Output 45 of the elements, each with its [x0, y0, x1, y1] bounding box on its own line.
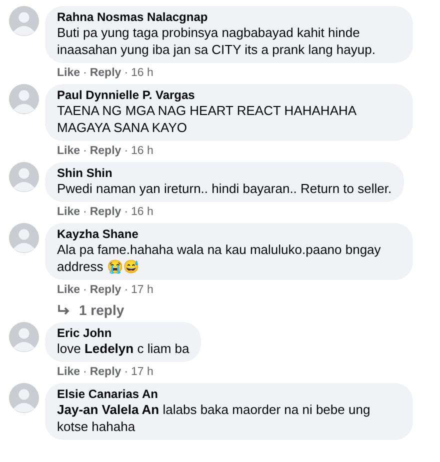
avatar[interactable]	[9, 322, 39, 352]
reply-link[interactable]: Reply	[90, 365, 122, 379]
separator-dot: ·	[124, 66, 128, 80]
timestamp: 17 h	[131, 283, 154, 297]
separator-dot: ·	[83, 205, 87, 219]
reply-arrow-icon	[57, 304, 71, 316]
comment-text: Jay-an Valela An lalabs baka maorder na ni bebe ung kotse hahaha	[57, 401, 372, 435]
author-name[interactable]: Rahna Nosmas Nalacgnap	[57, 10, 401, 24]
reply-link[interactable]: Reply	[90, 283, 122, 297]
separator-dot: ·	[124, 205, 128, 219]
author-name[interactable]: Eric John	[57, 326, 190, 340]
timestamp: 17 h	[131, 365, 154, 379]
comment-text: Ala pa fame.hahaha wala na kau maluluko.paano bngay address 😭😅	[57, 241, 382, 275]
separator-dot: ·	[124, 283, 128, 297]
avatar[interactable]	[9, 84, 39, 114]
reply-link[interactable]: Reply	[90, 66, 122, 80]
reply-link[interactable]: Reply	[90, 205, 122, 219]
view-replies-link[interactable]: 1 reply	[45, 299, 413, 320]
author-name[interactable]: Kayzha Shane	[57, 227, 401, 241]
avatar[interactable]	[9, 6, 39, 36]
timestamp: 16 h	[131, 66, 154, 80]
separator-dot: ·	[83, 144, 87, 158]
like-link[interactable]: Like	[57, 66, 80, 80]
separator-dot: ·	[83, 66, 87, 80]
comment-text: TAENA NG MGA NAG HEART REACT HAHAHAHA MAGAYA SANA KAYO	[57, 102, 358, 136]
comment-text: Buti pa yung taga probinsya nagbabayad kahit hinde inaasahan yung iba jan sa CITY its a prank lang hayup.	[57, 24, 376, 58]
separator-dot: ·	[83, 365, 87, 379]
like-link[interactable]: Like	[57, 365, 80, 379]
separator-dot: ·	[83, 283, 87, 297]
like-link[interactable]: Like	[57, 205, 80, 219]
author-name[interactable]: Shin Shin	[57, 166, 392, 180]
author-name[interactable]: Paul Dynnielle P. Vargas	[57, 88, 401, 102]
separator-dot: ·	[124, 144, 128, 158]
avatar[interactable]	[9, 383, 39, 413]
comment-text: Pwedi naman yan ireturn.. hindi bayaran.. Return to seller.	[57, 180, 392, 197]
timestamp: 16 h	[131, 144, 154, 158]
avatar[interactable]	[9, 223, 39, 253]
comment-text: love Ledelyn c liam ba	[57, 340, 190, 357]
like-link[interactable]: Like	[57, 283, 80, 297]
separator-dot: ·	[124, 365, 128, 379]
timestamp: 16 h	[131, 205, 154, 219]
avatar[interactable]	[9, 162, 39, 192]
like-link[interactable]: Like	[57, 144, 80, 158]
reply-link[interactable]: Reply	[90, 144, 122, 158]
author-name[interactable]: Elsie Canarias An	[57, 387, 401, 401]
